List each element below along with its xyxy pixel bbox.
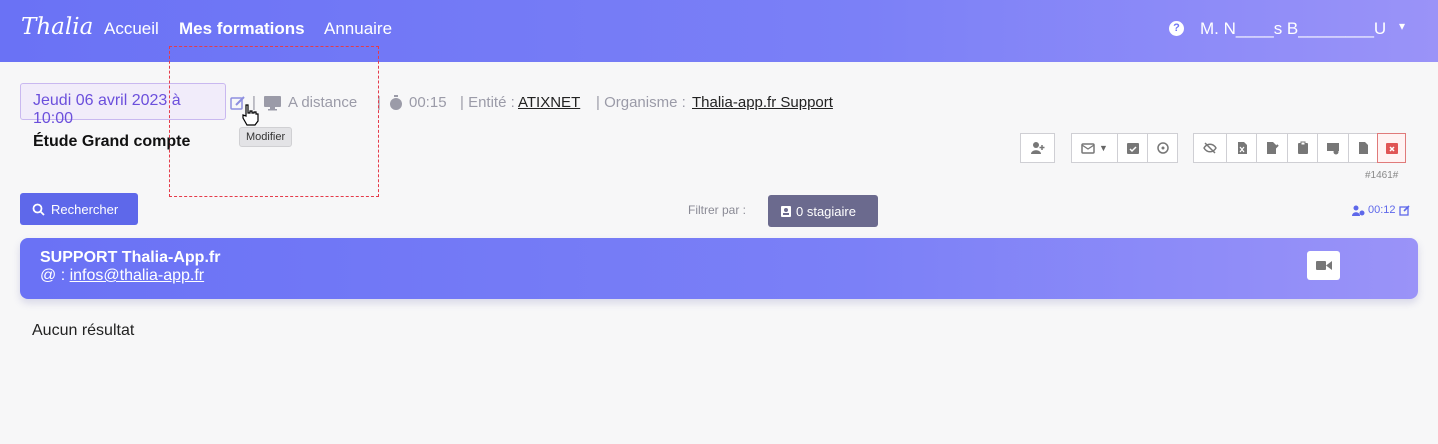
organism-link[interactable]: Thalia-app.fr Support [692,94,833,111]
file-signature-icon [1267,142,1279,154]
help-icon[interactable]: ? [1169,21,1184,36]
stopwatch-icon [390,95,402,110]
user-menu[interactable]: M. N____s B________U [1200,19,1386,39]
session-duration: 00:15 [409,94,447,111]
trainee-count: 0 stagiaire [796,203,856,219]
participant-timer[interactable]: 00:12 [1352,204,1410,216]
excel-export-button[interactable] [1226,133,1257,163]
clipboard-icon [1297,141,1308,154]
brand-logo[interactable]: Thalia [21,14,93,40]
clipboard-button[interactable] [1287,133,1318,163]
nav-annuaire[interactable]: Annuaire [324,19,392,39]
video-icon [1315,261,1332,270]
eye-slash-icon [1203,142,1217,154]
search-label: Rechercher [51,201,119,217]
email-prefix: @ : [40,267,66,284]
search-icon [32,203,45,216]
modifier-tooltip: Modifier [239,127,293,147]
entity-link[interactable]: ATIXNET [518,94,580,111]
organism-label: | Organisme : [596,94,686,111]
mail-icon [1081,143,1095,154]
nav-accueil[interactable]: Accueil [104,19,159,39]
user-plus-icon [1030,142,1044,154]
calendar-check-icon [1126,143,1139,154]
search-button[interactable]: Rechercher [20,193,138,225]
support-email-row: @ : infos@thalia-app.fr [40,267,204,285]
support-card: SUPPORT Thalia-App.fr @ : infos@thalia-a… [20,238,1418,299]
calendar-check-button[interactable] [1117,133,1148,163]
signature-button[interactable] [1256,133,1288,163]
mail-dropdown-button[interactable]: ▼ [1071,133,1118,163]
id-card-icon [781,205,791,217]
highlight-box [169,46,379,197]
filter-label: Filtrer par : [688,203,747,217]
add-participant-button[interactable] [1020,133,1055,163]
entity-label: | Entité : [460,94,515,111]
session-title: Étude Grand compte [33,133,191,150]
support-title: SUPPORT Thalia-App.fr [40,249,221,266]
calendar-times-icon [1385,143,1398,154]
chevron-down-icon[interactable]: ▾ [1399,19,1405,33]
session-ref: #1461# [1365,170,1399,181]
timer-value: 00:12 [1368,204,1396,216]
file-icon [1359,142,1368,154]
chevron-down-icon: ▼ [1099,143,1108,153]
delete-session-button[interactable] [1377,133,1406,163]
certificate-button[interactable] [1317,133,1349,163]
certificate-icon [1327,143,1339,155]
edit-icon[interactable] [1398,204,1410,216]
zoom-icon [1156,142,1169,154]
hand-cursor-icon [242,104,259,126]
search-plus-button[interactable] [1147,133,1178,163]
trainee-filter-button[interactable]: 0 stagiaire [768,195,878,227]
file-excel-icon [1237,142,1247,154]
empty-results: Aucun résultat [32,322,135,339]
document-button[interactable] [1348,133,1378,163]
video-call-button[interactable] [1307,251,1340,280]
hide-button[interactable] [1193,133,1227,163]
user-clock-icon [1352,205,1365,216]
support-email-link[interactable]: infos@thalia-app.fr [70,267,205,284]
nav-mes-formations[interactable]: Mes formations [179,19,305,39]
